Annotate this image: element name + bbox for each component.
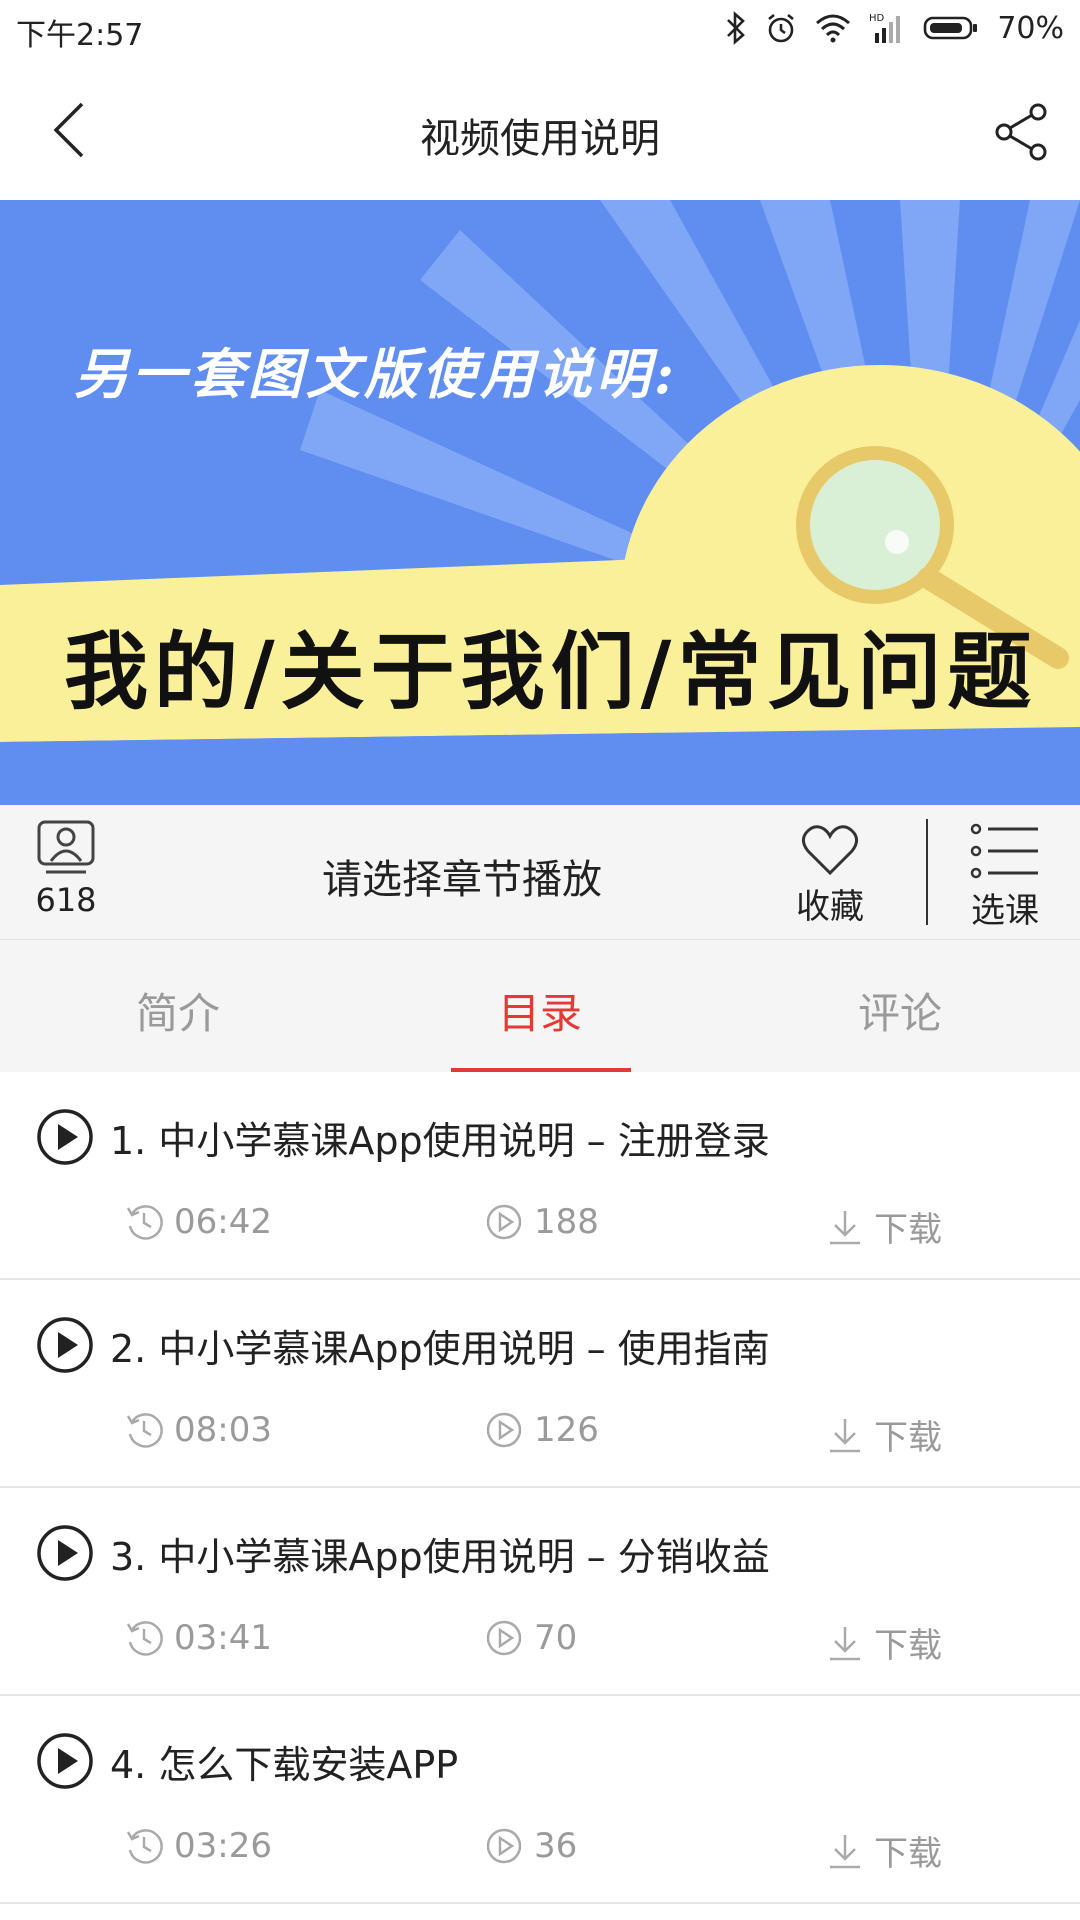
- favorite-button[interactable]: 收藏: [790, 823, 870, 928]
- plays-value: 70: [534, 1618, 578, 1658]
- play-icon[interactable]: [36, 1732, 94, 1790]
- favorite-label: 收藏: [796, 887, 864, 927]
- viewer-icon: [37, 820, 95, 874]
- duration-value: 03:41: [174, 1618, 272, 1658]
- lesson-title: 2. 中小学慕课App使用说明 – 使用指南: [110, 1327, 770, 1371]
- download-label: 下载: [874, 1210, 942, 1250]
- download-label: 下载: [874, 1418, 942, 1458]
- wifi-icon: [815, 13, 851, 43]
- duration-value: 08:03: [174, 1410, 272, 1450]
- history-clock-icon: [126, 1413, 163, 1448]
- lesson-plays: 126: [484, 1410, 599, 1450]
- download-button[interactable]: 下载: [826, 1826, 942, 1875]
- history-clock-icon: [126, 1205, 163, 1240]
- share-icon: [995, 103, 1047, 161]
- plays-value: 126: [534, 1410, 599, 1450]
- tab-comments[interactable]: 评论: [858, 980, 942, 1041]
- alarm-icon: [765, 12, 797, 44]
- lesson-duration: 08:03: [124, 1410, 272, 1450]
- chapter-prompt: 请选择章节播放: [322, 857, 602, 903]
- download-label: 下载: [874, 1834, 942, 1874]
- lesson-plays: 36: [484, 1826, 577, 1866]
- play-count-icon: [486, 1412, 522, 1448]
- play-count-icon: [486, 1204, 522, 1240]
- course-select-button[interactable]: 选课: [960, 821, 1050, 932]
- lesson-plays: 70: [484, 1618, 577, 1658]
- heart-icon: [801, 825, 859, 876]
- duration-value: 03:26: [174, 1826, 272, 1866]
- share-button[interactable]: [992, 102, 1052, 162]
- viewer-count-value: 618: [35, 881, 97, 919]
- list-icon: [970, 823, 1038, 879]
- banner-headline: 我的/关于我们/常见问题: [64, 622, 1038, 721]
- banner-subtitle: 另一套图文版使用说明:: [74, 342, 678, 406]
- lesson-duration: 03:41: [124, 1618, 272, 1658]
- viewer-count: 618: [30, 819, 102, 919]
- plays-value: 188: [534, 1202, 599, 1242]
- play-count-icon: [486, 1620, 522, 1656]
- signal-hd-icon: HD: [869, 11, 905, 45]
- plays-value: 36: [534, 1826, 578, 1866]
- history-clock-icon: [126, 1621, 163, 1656]
- status-icons: HD 70%: [725, 6, 1064, 50]
- download-icon: [830, 1626, 860, 1660]
- play-icon[interactable]: [36, 1316, 94, 1374]
- status-bar: 下午2:57 HD 70%: [0, 0, 1080, 56]
- course-banner[interactable]: 另一套图文版使用说明: 我的/关于我们/常见问题: [0, 200, 1080, 805]
- download-label: 下载: [874, 1626, 942, 1666]
- lesson-list: 1. 中小学慕课App使用说明 – 注册登录 06:42 188 下载 2. 中…: [0, 1072, 1080, 1904]
- lesson-title: 4. 怎么下载安装APP: [110, 1743, 459, 1787]
- tab-bar: 简介 目录 评论: [0, 940, 1080, 1072]
- lesson-title: 3. 中小学慕课App使用说明 – 分销收益: [110, 1535, 770, 1579]
- bluetooth-icon: [725, 11, 747, 45]
- tab-intro[interactable]: 简介: [136, 980, 220, 1041]
- lesson-title: 1. 中小学慕课App使用说明 – 注册登录: [110, 1119, 770, 1163]
- download-button[interactable]: 下载: [826, 1202, 942, 1251]
- download-button[interactable]: 下载: [826, 1410, 942, 1459]
- play-icon[interactable]: [36, 1108, 94, 1166]
- list-item[interactable]: 4. 怎么下载安装APP 03:26 36 下载: [0, 1696, 1080, 1904]
- download-icon: [830, 1418, 860, 1452]
- lesson-duration: 06:42: [124, 1202, 272, 1242]
- play-icon[interactable]: [36, 1524, 94, 1582]
- page-title: 视频使用说明: [420, 116, 660, 162]
- download-icon: [830, 1834, 860, 1868]
- history-clock-icon: [126, 1829, 163, 1864]
- download-icon: [830, 1210, 860, 1244]
- list-item[interactable]: 2. 中小学慕课App使用说明 – 使用指南 08:03 126 下载: [0, 1280, 1080, 1488]
- lesson-plays: 188: [484, 1202, 599, 1242]
- play-count-icon: [486, 1828, 522, 1864]
- list-item[interactable]: 3. 中小学慕课App使用说明 – 分销收益 03:41 70 下载: [0, 1488, 1080, 1696]
- battery-icon: [923, 14, 979, 42]
- course-select-label: 选课: [971, 891, 1039, 931]
- list-item[interactable]: 1. 中小学慕课App使用说明 – 注册登录 06:42 188 下载: [0, 1072, 1080, 1280]
- battery-percent: 70%: [997, 10, 1064, 46]
- action-bar: 618 请选择章节播放 收藏 选课: [0, 805, 1080, 940]
- download-button[interactable]: 下载: [826, 1618, 942, 1667]
- svg-text:HD: HD: [869, 13, 885, 24]
- status-time: 下午2:57: [16, 18, 144, 53]
- action-divider: [926, 819, 928, 925]
- tab-catalog[interactable]: 目录: [498, 980, 582, 1041]
- lesson-duration: 03:26: [124, 1826, 272, 1866]
- duration-value: 06:42: [174, 1202, 272, 1242]
- app-header: 视频使用说明: [0, 56, 1080, 200]
